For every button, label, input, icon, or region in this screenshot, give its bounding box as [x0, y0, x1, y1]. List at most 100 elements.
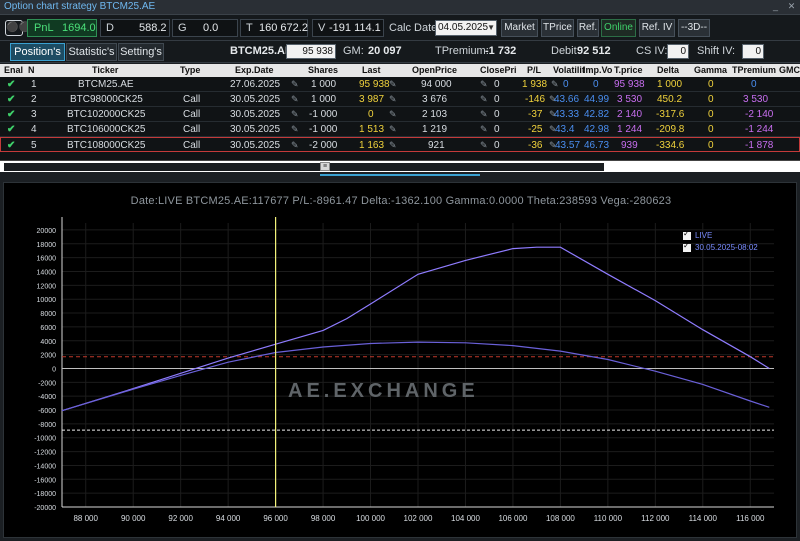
- col-imp-vol[interactable]: Imp.Vo: [583, 65, 612, 75]
- scrollbar-track[interactable]: [4, 163, 604, 171]
- col-open-price[interactable]: OpenPrice: [412, 65, 457, 75]
- row-gamma: 0: [708, 109, 714, 120]
- edit-pencil-icon[interactable]: ✎: [291, 109, 299, 120]
- col-enal[interactable]: Enal: [4, 65, 23, 75]
- enabled-checkbox[interactable]: ✔: [7, 109, 15, 120]
- enabled-checkbox[interactable]: ✔: [7, 124, 15, 135]
- row-imp-vol: 44.99: [584, 94, 610, 105]
- calc-date-value: 04.05.2025: [438, 22, 489, 33]
- edit-pencil-icon[interactable]: ✎: [291, 124, 299, 135]
- x-tick-label: 98 000: [311, 514, 336, 523]
- col-n[interactable]: N: [28, 65, 35, 75]
- shift-iv-input[interactable]: 0: [742, 44, 764, 59]
- y-tick-label: 2000: [40, 353, 56, 360]
- x-tick-label: 96 000: [263, 514, 288, 523]
- enabled-checkbox[interactable]: ✔: [7, 79, 15, 90]
- chevron-down-icon: ▼: [487, 23, 495, 32]
- table-horizontal-scrollbar[interactable]: ≡: [0, 160, 800, 172]
- scroll-thumb-icon[interactable]: ≡: [320, 162, 330, 171]
- col-type[interactable]: Type: [180, 65, 200, 75]
- col-volatility[interactable]: Volatilit: [553, 65, 585, 75]
- y-tick-label: -2000: [38, 380, 56, 387]
- enabled-checkbox[interactable]: ✔: [7, 94, 15, 105]
- row-volatility: 43.57: [555, 140, 581, 151]
- splitter-handle[interactable]: [320, 174, 480, 176]
- edit-pencil-icon[interactable]: ✎: [389, 109, 397, 120]
- payoff-plot[interactable]: -20000-18000-16000-14000-12000-10000-800…: [4, 183, 798, 539]
- col-exp-date[interactable]: Exp.Date: [235, 65, 274, 75]
- tab-positions[interactable]: Position's: [10, 43, 65, 61]
- row-pl: -25: [528, 124, 543, 135]
- price-input[interactable]: 95 938: [286, 44, 336, 59]
- table-row[interactable]: ✔ 3 BTC102000CK25 Call 30.05.2025 ✎ -1 0…: [0, 107, 800, 122]
- legend-checkbox[interactable]: [683, 229, 691, 240]
- close-icon[interactable]: ✕: [787, 2, 796, 11]
- edit-pencil-icon[interactable]: ✎: [551, 79, 559, 90]
- tab-statistics[interactable]: Statistic's: [66, 43, 117, 61]
- row-open-price: 1 219: [422, 124, 448, 135]
- table-row[interactable]: ✔ 1 BTCM25.AE 27.06.2025 ✎ 1 000 95 938 …: [0, 77, 800, 92]
- col-gamma[interactable]: Gamma: [694, 65, 727, 75]
- edit-pencil-icon[interactable]: ✎: [291, 94, 299, 105]
- edit-pencil-icon[interactable]: ✎: [389, 79, 397, 90]
- edit-pencil-icon[interactable]: ✎: [480, 109, 488, 120]
- vega-box: V -191 114.1: [312, 19, 384, 37]
- col-pl[interactable]: P/L: [527, 65, 541, 75]
- legend-item-expiry[interactable]: 30.05.2025-08:02: [683, 241, 758, 255]
- price-value: 95 938: [302, 46, 333, 57]
- 3d-button[interactable]: --3D--: [678, 19, 710, 37]
- col-shares[interactable]: Shares: [308, 65, 338, 75]
- legend-item-live[interactable]: LIVE: [683, 229, 758, 243]
- row-shares: 1 000: [311, 94, 337, 105]
- table-row-selected[interactable]: ✔ 5 BTC108000CK25 Call 30.05.2025 ✎ -2 0…: [0, 137, 800, 152]
- minimize-icon[interactable]: _: [771, 2, 780, 11]
- edit-pencil-icon[interactable]: ✎: [291, 79, 299, 90]
- shift-iv-label: Shift IV:: [697, 45, 736, 57]
- col-gmcf[interactable]: GMCF: [779, 65, 800, 75]
- edit-pencil-icon[interactable]: ✎: [480, 140, 488, 151]
- y-tick-label: -18000: [34, 491, 56, 498]
- edit-pencil-icon[interactable]: ✎: [389, 94, 397, 105]
- edit-pencil-icon[interactable]: ✎: [389, 140, 397, 151]
- payoff-chart[interactable]: Date:LIVE BTCM25.AE:117677 P/L:-8961.47 …: [3, 182, 797, 538]
- pane-splitter[interactable]: [0, 172, 800, 180]
- x-tick-label: 88 000: [73, 514, 98, 523]
- col-ticker[interactable]: Ticker: [92, 65, 118, 75]
- table-row[interactable]: ✔ 2 BTC98000CK25 Call 30.05.2025 ✎ 1 000…: [0, 92, 800, 107]
- legend-checkbox[interactable]: [683, 241, 691, 252]
- row-ticker: BTC106000CK25: [67, 124, 146, 135]
- row-imp-vol: 42.82: [584, 109, 610, 120]
- legend-label: LIVE: [695, 231, 713, 240]
- vega-label: V: [318, 22, 326, 34]
- row-tpremium: 3 530: [743, 94, 769, 105]
- edit-pencil-icon[interactable]: ✎: [389, 124, 397, 135]
- col-last[interactable]: Last: [362, 65, 381, 75]
- table-row[interactable]: ✔ 4 BTC106000CK25 Call 30.05.2025 ✎ -1 0…: [0, 122, 800, 137]
- col-tprice[interactable]: T.price: [614, 65, 643, 75]
- edit-pencil-icon[interactable]: ✎: [480, 94, 488, 105]
- col-close-price[interactable]: ClosePri: [480, 65, 517, 75]
- y-tick-label: -16000: [34, 477, 56, 484]
- col-delta[interactable]: Delta: [657, 65, 679, 75]
- tab-settings[interactable]: Setting's: [118, 43, 164, 61]
- edit-pencil-icon[interactable]: ✎: [480, 124, 488, 135]
- x-tick-label: 100 000: [356, 514, 385, 523]
- y-tick-label: 10000: [37, 297, 57, 304]
- row-gamma: 0: [708, 94, 714, 105]
- connection-icon[interactable]: ⚫⚫: [5, 20, 31, 36]
- row-close-price: 0: [494, 94, 500, 105]
- ref-iv-button[interactable]: Ref. IV: [639, 19, 675, 37]
- tprice-button[interactable]: TPrice: [541, 19, 574, 37]
- row-type: Call: [183, 94, 201, 105]
- enabled-checkbox[interactable]: ✔: [7, 140, 15, 151]
- market-button[interactable]: Market: [501, 19, 538, 37]
- col-tpremium[interactable]: TPremium: [732, 65, 776, 75]
- ref-button[interactable]: Ref.: [577, 19, 599, 37]
- online-button[interactable]: Online: [601, 19, 636, 37]
- calc-date-picker[interactable]: 04.05.2025 ▼: [435, 20, 497, 36]
- y-tick-label: 18000: [37, 242, 57, 249]
- edit-pencil-icon[interactable]: ✎: [480, 79, 488, 90]
- x-tick-label: 110 000: [594, 514, 623, 523]
- cs-iv-input[interactable]: 0: [667, 44, 689, 59]
- edit-pencil-icon[interactable]: ✎: [291, 140, 299, 151]
